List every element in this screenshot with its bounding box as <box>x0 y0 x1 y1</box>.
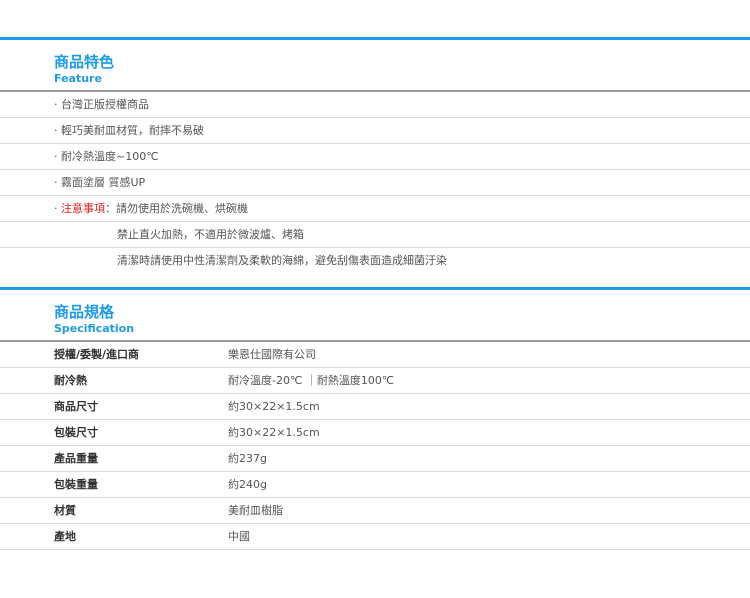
notice-item: 清潔時請使用中性清潔劑及柔軟的海綿，避免刮傷表面造成細菌汙染 <box>0 248 750 274</box>
spec-row: 產品重量 約237g <box>0 446 750 472</box>
spec-value: 約237g <box>228 452 267 465</box>
spec-row: 產地 中國 <box>0 524 750 550</box>
product-info-page: 商品特色 Feature · 台灣正版授權商品 · 輕巧美耐皿材質，耐摔不易破 … <box>0 0 750 598</box>
spec-label: 授權/委製/進口商 <box>54 348 140 361</box>
spec-label: 產品重量 <box>54 452 98 465</box>
feature-item-text: · 輕巧美耐皿材質，耐摔不易破 <box>54 124 204 137</box>
spec-row: 材質 美耐皿樹脂 <box>0 498 750 524</box>
feature-item: · 耐冷熱溫度~100℃ <box>0 144 750 170</box>
spec-subtitle: Specification <box>54 322 135 335</box>
feature-title: 商品特色 <box>54 53 115 71</box>
feature-item: · 台灣正版授權商品 <box>0 92 750 118</box>
spec-label: 包裝重量 <box>54 478 98 491</box>
spec-row: 耐冷熱 耐冷溫度-20℃ ｜耐熱溫度100℃ <box>0 368 750 394</box>
feature-item: · 霧面塗層 質感UP <box>0 170 750 196</box>
spec-label: 耐冷熱 <box>54 374 87 387</box>
spec-row: 商品尺寸 約30×22×1.5cm <box>0 394 750 420</box>
notice-text: 清潔時請使用中性清潔劑及柔軟的海綿，避免刮傷表面造成細菌汙染 <box>117 254 447 267</box>
spec-row: 包裝尺寸 約30×22×1.5cm <box>0 420 750 446</box>
notice-item: 禁止直火加熱，不適用於微波爐、烤箱 <box>0 222 750 248</box>
feature-item-text: · 霧面塗層 質感UP <box>54 176 146 189</box>
spec-title: 商品規格 <box>54 303 115 321</box>
spec-value: 美耐皿樹脂 <box>228 504 283 517</box>
notice-label: 注意事項 <box>61 202 105 215</box>
spec-value: 約30×22×1.5cm <box>228 426 320 439</box>
spec-label: 產地 <box>54 530 76 543</box>
spec-label: 包裝尺寸 <box>54 426 98 439</box>
notice-text: 禁止直火加熱，不適用於微波爐、烤箱 <box>117 228 304 241</box>
feature-item: · 輕巧美耐皿材質，耐摔不易破 <box>0 118 750 144</box>
spec-value: 中國 <box>228 530 250 543</box>
feature-item-text: · 耐冷熱溫度~100℃ <box>54 150 159 163</box>
notice-separator: ： <box>105 202 116 215</box>
notice-item: · 注意事項：請勿使用於洗碗機、烘碗機 <box>0 196 750 222</box>
spec-label: 商品尺寸 <box>54 400 98 413</box>
feature-item-text: · 台灣正版授權商品 <box>54 98 149 111</box>
feature-section-header: 商品特色 Feature <box>0 37 750 94</box>
spec-value: 約30×22×1.5cm <box>228 400 320 413</box>
notice-bullet: · <box>54 202 61 215</box>
feature-subtitle: Feature <box>54 72 102 85</box>
spec-value: 樂恩仕國際有公司 <box>228 348 316 361</box>
notice-text: 請勿使用於洗碗機、烘碗機 <box>116 202 248 215</box>
spec-label: 材質 <box>54 504 76 517</box>
notice-line: · 注意事項：請勿使用於洗碗機、烘碗機 <box>54 202 248 216</box>
spec-row: 授權/委製/進口商 樂恩仕國際有公司 <box>0 342 750 368</box>
spec-value: 約240g <box>228 478 267 491</box>
spec-section-header: 商品規格 Specification <box>0 287 750 344</box>
spec-row: 包裝重量 約240g <box>0 472 750 498</box>
spec-value: 耐冷溫度-20℃ ｜耐熱溫度100℃ <box>228 374 395 387</box>
